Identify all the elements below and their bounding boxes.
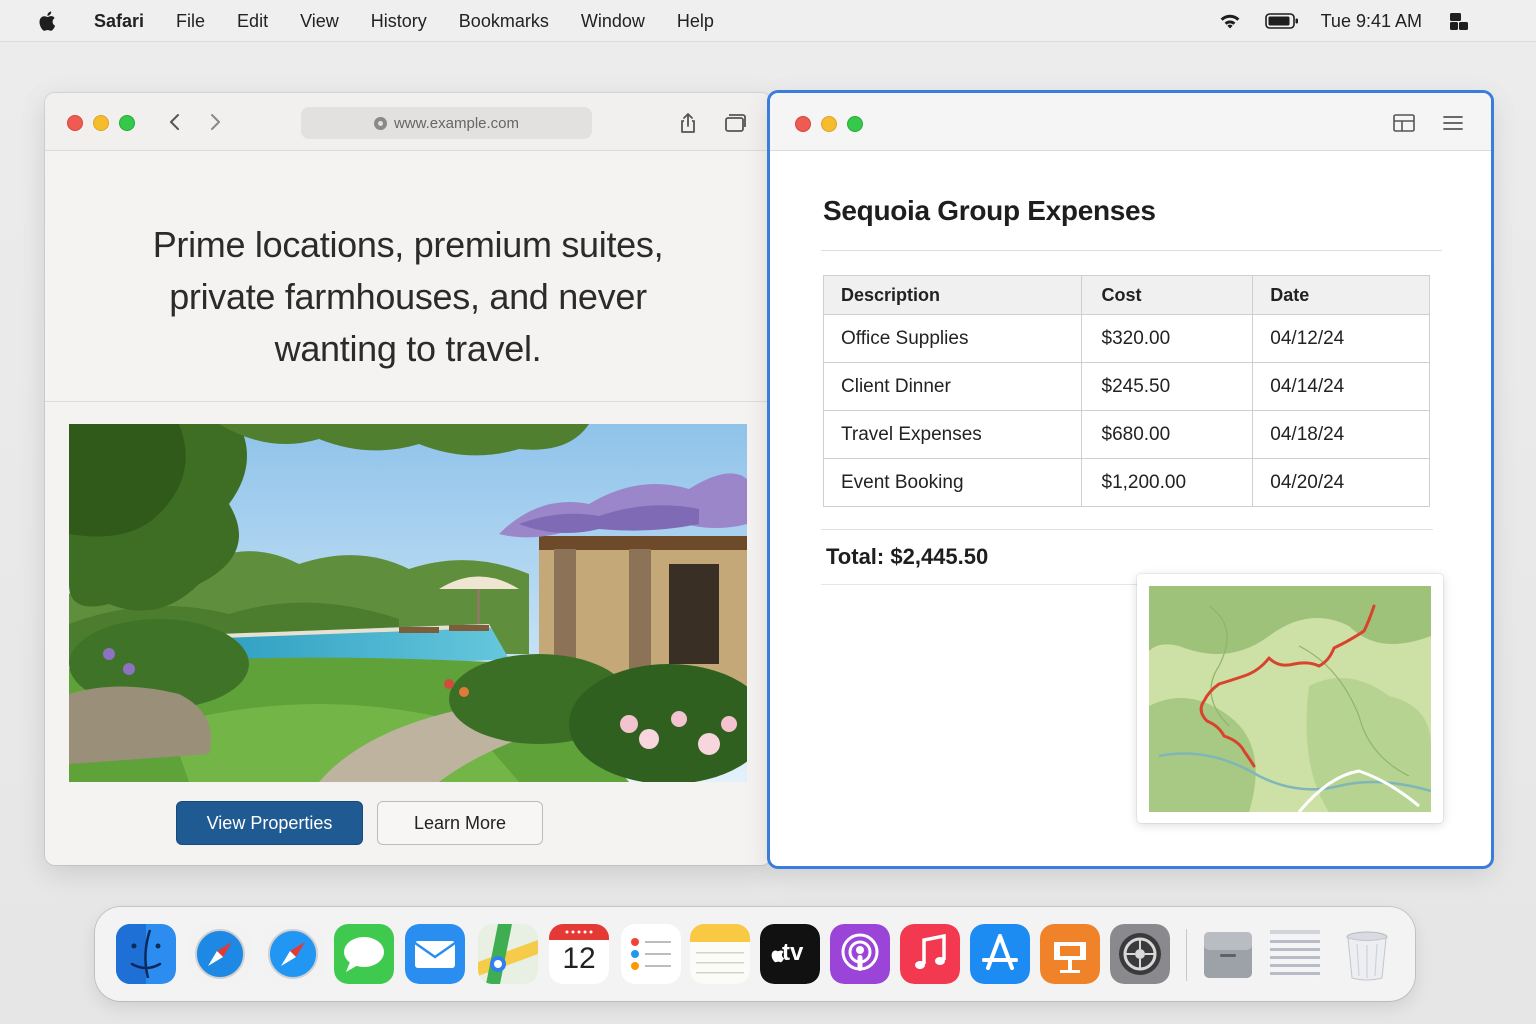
- column-header-cost[interactable]: Cost: [1080, 275, 1254, 315]
- tv-icon[interactable]: tv: [760, 924, 820, 984]
- podcasts-icon[interactable]: [830, 924, 890, 984]
- hero-headline: Prime locations, premium suites, private…: [45, 219, 771, 375]
- close-button[interactable]: [795, 116, 811, 132]
- calendar-icon[interactable]: 12: [549, 924, 609, 984]
- menu-bookmarks[interactable]: Bookmarks: [459, 11, 549, 32]
- farmhouse-garden-photo: [69, 424, 747, 782]
- cell-cost[interactable]: $245.50: [1080, 362, 1254, 411]
- wifi-icon[interactable]: [1217, 11, 1243, 31]
- minimize-button[interactable]: [93, 115, 109, 131]
- dock-separator: [1186, 929, 1187, 981]
- column-header-description[interactable]: Description: [823, 275, 1082, 315]
- address-bar[interactable]: www.example.com: [301, 107, 592, 139]
- close-button[interactable]: [67, 115, 83, 131]
- browser-window: www.example.com Prime locations, premium…: [45, 93, 771, 865]
- maps-icon[interactable]: [478, 924, 538, 984]
- tv-label: tv: [782, 939, 804, 966]
- sidebar-toggle-icon[interactable]: [1392, 111, 1416, 135]
- title-divider: [821, 250, 1442, 251]
- reminders-icon[interactable]: [621, 924, 681, 984]
- notes-icon[interactable]: [690, 924, 750, 984]
- menu-icon[interactable]: [1441, 111, 1465, 135]
- cell-description[interactable]: Client Dinner: [823, 362, 1082, 411]
- menu-help[interactable]: Help: [677, 11, 714, 32]
- url-text: www.example.com: [393, 114, 520, 132]
- menu-app-name[interactable]: Safari: [94, 11, 144, 32]
- section-divider: [45, 401, 771, 402]
- map-view: [1149, 586, 1431, 812]
- keynote-icon[interactable]: [1040, 924, 1100, 984]
- site-security-icon: [373, 116, 387, 130]
- hero-line: Prime locations, premium suites,: [152, 224, 664, 265]
- cell-description[interactable]: Travel Expenses: [823, 410, 1082, 459]
- trash-icon[interactable]: [1337, 924, 1397, 984]
- messages-icon[interactable]: [334, 924, 394, 984]
- window-controls: [795, 116, 873, 132]
- safari-icon[interactable]: [190, 924, 250, 984]
- document-toolbar: [770, 93, 1491, 151]
- menu-edit[interactable]: Edit: [237, 11, 268, 32]
- table-row[interactable]: Travel Expenses $680.00 04/18/24: [823, 410, 1430, 459]
- calendar-day: 12: [562, 942, 596, 975]
- cell-cost[interactable]: $320.00: [1080, 314, 1254, 363]
- column-header-date[interactable]: Date: [1252, 275, 1430, 315]
- document-icon[interactable]: [1265, 924, 1325, 984]
- share-icon[interactable]: [676, 111, 700, 135]
- apple-icon[interactable]: [36, 9, 60, 33]
- view-properties-button[interactable]: View Properties: [176, 801, 363, 845]
- tabs-overview-icon[interactable]: [723, 111, 747, 135]
- battery-icon[interactable]: [1264, 12, 1299, 30]
- hero-line: private farmhouses, and never: [169, 276, 647, 317]
- zoom-button[interactable]: [847, 116, 863, 132]
- table-row[interactable]: Event Booking $1,200.00 04/20/24: [823, 458, 1430, 507]
- mail-icon[interactable]: [405, 924, 465, 984]
- browser-toolbar: www.example.com: [45, 93, 771, 151]
- table-row[interactable]: Office Supplies $320.00 04/12/24: [823, 314, 1430, 363]
- minimize-button[interactable]: [821, 116, 837, 132]
- cell-cost[interactable]: $1,200.00: [1080, 458, 1254, 507]
- learn-more-button[interactable]: Learn More: [377, 801, 543, 845]
- system-settings-icon[interactable]: [1110, 924, 1170, 984]
- menu-view[interactable]: View: [300, 11, 339, 32]
- safari-icon[interactable]: [263, 924, 323, 984]
- control-center-icon[interactable]: [1448, 10, 1470, 32]
- window-controls: [67, 115, 145, 131]
- cell-date[interactable]: 04/14/24: [1252, 362, 1430, 411]
- route-map-image[interactable]: [1137, 574, 1443, 823]
- hero-line: wanting to travel.: [274, 328, 542, 369]
- table-row[interactable]: Client Dinner $245.50 04/14/24: [823, 362, 1430, 411]
- document-window: Sequoia Group Expenses Description Cost …: [770, 93, 1491, 866]
- expenses-table: Description Cost Date Office Supplies $3…: [823, 275, 1430, 507]
- table-header-row: Description Cost Date: [823, 275, 1430, 315]
- cell-date[interactable]: 04/20/24: [1252, 458, 1430, 507]
- cell-date[interactable]: 04/12/24: [1252, 314, 1430, 363]
- menu-bar: Safari File Edit View History Bookmarks …: [0, 0, 1536, 42]
- total-underline: [821, 584, 1141, 585]
- cell-description[interactable]: Event Booking: [823, 458, 1082, 507]
- back-icon[interactable]: [165, 111, 185, 133]
- menu-file[interactable]: File: [176, 11, 205, 32]
- menu-history[interactable]: History: [371, 11, 427, 32]
- folder-icon[interactable]: [1198, 924, 1258, 984]
- cell-date[interactable]: 04/18/24: [1252, 410, 1430, 459]
- app-store-icon[interactable]: [970, 924, 1030, 984]
- zoom-button[interactable]: [119, 115, 135, 131]
- menu-window[interactable]: Window: [581, 11, 645, 32]
- finder-icon[interactable]: [116, 924, 176, 984]
- music-icon[interactable]: [900, 924, 960, 984]
- document-title: Sequoia Group Expenses: [823, 195, 1156, 226]
- menu-clock[interactable]: Tue 9:41 AM: [1321, 11, 1422, 32]
- cell-cost[interactable]: $680.00: [1080, 410, 1254, 459]
- forward-icon[interactable]: [205, 111, 225, 133]
- cell-description[interactable]: Office Supplies: [823, 314, 1082, 363]
- dock: 12 tv: [95, 907, 1415, 1001]
- total-divider: [821, 529, 1433, 530]
- expenses-total: Total: $2,445.50: [826, 544, 989, 569]
